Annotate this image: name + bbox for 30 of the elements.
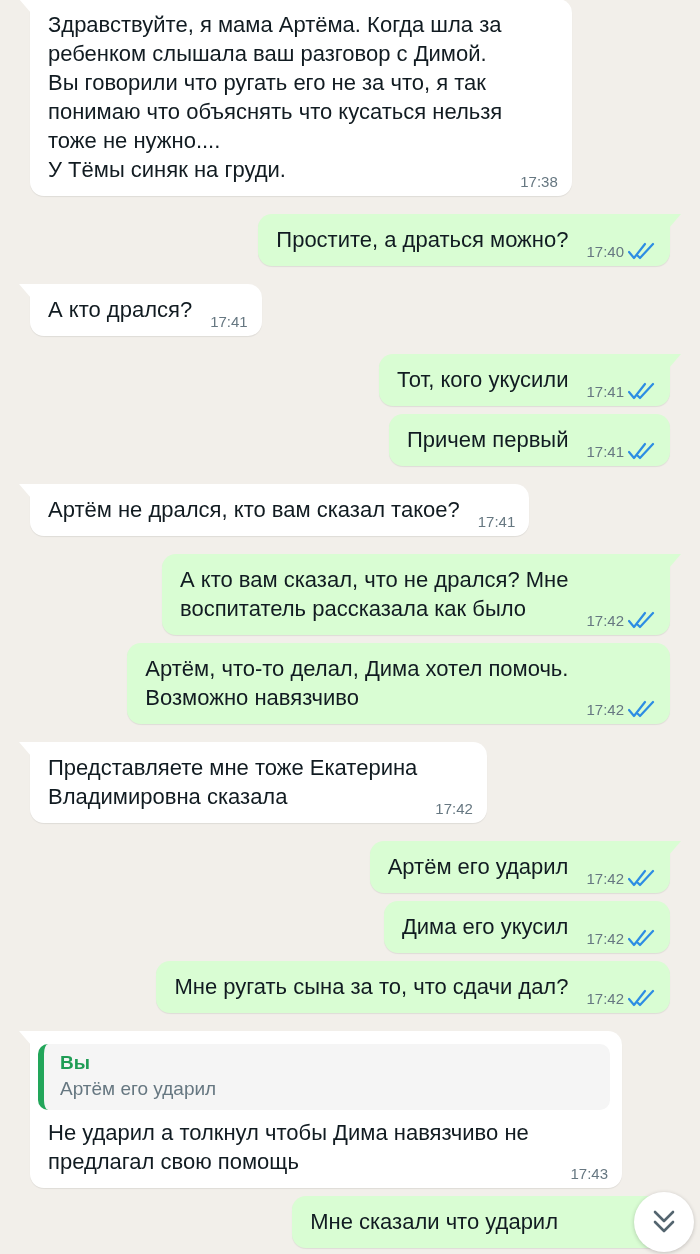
message-text: Здравствуйте, я мама Артёма. Когда шла за ребенком слышала ваш разговор с Димой. Вы говорили что ругать его не за что, я так понимаю что объяснять что кусаться нельзя тоже не нужно.... У Тёмы синяк на груди. xyxy=(48,11,503,184)
message-time: 17:43 xyxy=(570,1165,608,1182)
message-text: Артём, что-то делал, Дима хотел помочь. Возможно навязчиво xyxy=(145,655,569,712)
message-text: Дима его укусил xyxy=(401,913,569,941)
message-text: Артём его ударил xyxy=(387,853,569,881)
message-time: 17:42 xyxy=(435,800,473,817)
quote-author: Вы xyxy=(60,1052,91,1074)
message-time: 17:42 xyxy=(586,611,624,629)
message-time: 17:41 xyxy=(210,313,248,330)
message-text: А кто вам сказал, что не дрался? Мне воспитатель рассказала как было xyxy=(179,566,569,623)
message-time: 17:41 xyxy=(586,382,624,400)
message-text: Простите, а драться можно? xyxy=(276,226,569,254)
message-time: 17:41 xyxy=(477,513,516,530)
quote-text: Артём его ударил xyxy=(60,1078,218,1100)
message-text: Тот, кого укусили xyxy=(397,366,569,394)
quoted-message[interactable]: Вы Артём его ударил xyxy=(38,1044,610,1110)
message-time: 17:40 xyxy=(586,242,624,260)
message-text: Мне сказали что ударил xyxy=(310,1208,558,1236)
message-time: 17:42 xyxy=(586,929,624,947)
message-time: 17:41 xyxy=(586,442,624,460)
message-time: 17:38 xyxy=(520,173,558,190)
message-time: 17:42 xyxy=(586,869,624,887)
message-time: 17:42 xyxy=(586,989,624,1007)
message-text: Не ударил а толкнул чтобы Дима навязчиво не предлагал свою помощь xyxy=(48,1119,529,1176)
message-time: 17:42 xyxy=(586,700,624,718)
message-text: Причем первый xyxy=(407,426,569,454)
message-text: Артём не дрался, кто вам сказал такое? xyxy=(48,496,460,524)
message-text: Представляете мне тоже Екатерина Владимировна сказала xyxy=(48,754,418,811)
message-text: Мне ругать сына за то, что сдачи дал? xyxy=(174,973,569,1001)
message-text: А кто дрался? xyxy=(48,296,193,324)
